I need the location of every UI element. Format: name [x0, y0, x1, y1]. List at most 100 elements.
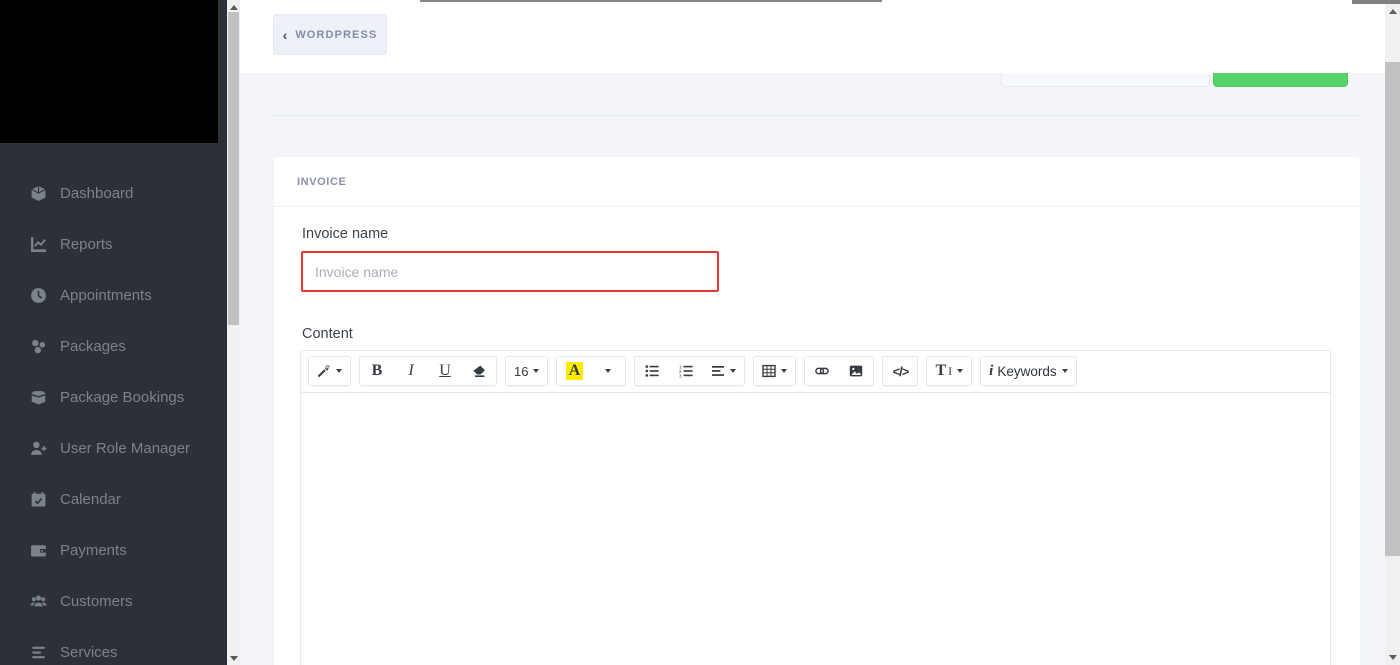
users-icon [30, 593, 47, 610]
underline-label: U [439, 363, 451, 379]
chevron-down-icon [533, 369, 539, 373]
editor-toolbar: BIU16A123</>TIiKeywords [301, 351, 1330, 393]
sidebar-item-services[interactable]: Services [0, 627, 227, 665]
card-header: INVOICE [274, 157, 1360, 207]
sidebar-item-package-bookings[interactable]: Package Bookings [0, 372, 227, 423]
sidebar-item-payments[interactable]: Payments [0, 525, 227, 576]
font-color-label: A [566, 362, 584, 380]
italic-label: I [408, 363, 413, 379]
browser-scrollbar-thumb[interactable] [1385, 62, 1400, 556]
browser-scrollbar[interactable] [1385, 0, 1400, 665]
toolbar-group: A [556, 356, 626, 386]
code-view-label: </> [893, 364, 909, 379]
link-icon [815, 364, 829, 378]
clock-icon [30, 287, 47, 304]
line-height-glyph: T [935, 362, 946, 380]
cluster-icon [30, 338, 47, 355]
editor-content-area[interactable] [301, 393, 1330, 665]
stream-icon [30, 644, 47, 661]
sidebar-scrollbar[interactable] [227, 0, 240, 665]
unordered-list-button[interactable] [635, 357, 669, 385]
sidebar-item-label: Services [60, 644, 118, 661]
eraser-icon [472, 364, 486, 378]
bold-label: B [372, 363, 383, 379]
keywords-label: Keywords [997, 364, 1056, 379]
toolbar-group: i Keywords [980, 356, 1076, 386]
logo [0, 0, 218, 143]
top-border-strip [420, 0, 882, 2]
toolbar-group: TI [926, 356, 972, 386]
scroll-up-icon[interactable] [230, 5, 238, 10]
box-open-icon [30, 389, 47, 406]
sidebar-scrollbar-thumb[interactable] [228, 12, 239, 325]
chevron-down-icon [781, 369, 787, 373]
list-ul-icon [645, 364, 659, 378]
scrollbar-down-button[interactable] [1385, 648, 1400, 665]
chart-line-icon [30, 236, 47, 253]
chevron-left-icon: ‹ [283, 28, 288, 42]
svg-text:3: 3 [679, 374, 682, 378]
underline-button[interactable]: U [428, 357, 462, 385]
invoice-card: INVOICE Invoice name Content B I U 16 A 123 </… [274, 157, 1360, 665]
sidebar-item-label: Customers [60, 593, 133, 610]
sidebar-item-label: Dashboard [60, 185, 133, 202]
card-title: INVOICE [297, 176, 346, 188]
scroll-up-icon [1389, 9, 1397, 14]
info-i-icon: i [989, 363, 992, 380]
sidebar-item-label: Calendar [60, 491, 121, 508]
sidebar-item-reports[interactable]: Reports [0, 219, 227, 270]
font-size-button[interactable]: 16 [506, 357, 547, 385]
font-color-button[interactable]: A [557, 357, 591, 385]
section-divider [270, 115, 1360, 116]
toolbar-group: 123 [634, 356, 745, 386]
sidebar-item-packages[interactable]: Packages [0, 321, 227, 372]
scroll-down-icon [1389, 655, 1397, 660]
image-icon [849, 364, 863, 378]
sidebar-item-appointments[interactable]: Appointments [0, 270, 227, 321]
sidebar: Dashboard Reports AppointmentsPackagesPack… [0, 0, 227, 665]
user-plus-icon [30, 440, 47, 457]
line-height-button[interactable]: TI [927, 357, 971, 385]
ordered-list-button[interactable]: 123 [669, 357, 703, 385]
table-button[interactable] [754, 357, 795, 385]
keywords-button[interactable]: i Keywords [981, 357, 1075, 385]
sidebar-item-label: User Role Manager [60, 440, 190, 457]
sidebar-menu: Dashboard Reports AppointmentsPackagesPack… [0, 168, 227, 665]
calendar-check-icon [30, 491, 47, 508]
clear-format-button[interactable] [462, 357, 496, 385]
app-window: Dashboard Reports AppointmentsPackagesPack… [0, 0, 1400, 665]
back-to-wordpress-button[interactable]: ‹ WORDPRESS [273, 14, 387, 55]
sidebar-item-dashboard[interactable]: Dashboard [0, 168, 227, 219]
table-icon [762, 364, 776, 378]
content-label: Content [302, 326, 353, 342]
back-button-label: WORDPRESS [295, 29, 377, 41]
paragraph-align-button[interactable] [703, 357, 744, 385]
bold-button[interactable]: B [360, 357, 394, 385]
link-button[interactable] [805, 357, 839, 385]
toolbar-group [308, 356, 351, 386]
scroll-down-icon[interactable] [230, 656, 238, 661]
toolbar-group: </> [882, 356, 918, 386]
line-height-glyph: I [948, 364, 952, 379]
cube-icon [30, 185, 47, 202]
sidebar-item-user-role-manager[interactable]: User Role Manager [0, 423, 227, 474]
sidebar-item-customers[interactable]: Customers [0, 576, 227, 627]
toolbar-group [804, 356, 874, 386]
magic-style-button[interactable] [309, 357, 350, 385]
toolbar-group: 16 [505, 356, 548, 386]
toolbar-group: BIU [359, 356, 497, 386]
toolbar-group [753, 356, 796, 386]
chevron-down-icon [957, 369, 963, 373]
image-button[interactable] [839, 357, 873, 385]
sidebar-item-calendar[interactable]: Calendar [0, 474, 227, 525]
chevron-down-icon [336, 369, 342, 373]
invoice-name-input[interactable] [301, 251, 719, 292]
font-size-label: 16 [514, 364, 528, 379]
invoice-name-label: Invoice name [302, 226, 388, 242]
sidebar-item-label: Reports [60, 236, 113, 253]
code-view-button[interactable]: </> [883, 357, 917, 385]
chevron-down-icon [730, 369, 736, 373]
page-header: ‹ WORDPRESS [240, 0, 1385, 73]
italic-button[interactable]: I [394, 357, 428, 385]
font-color-more-button[interactable] [591, 357, 625, 385]
